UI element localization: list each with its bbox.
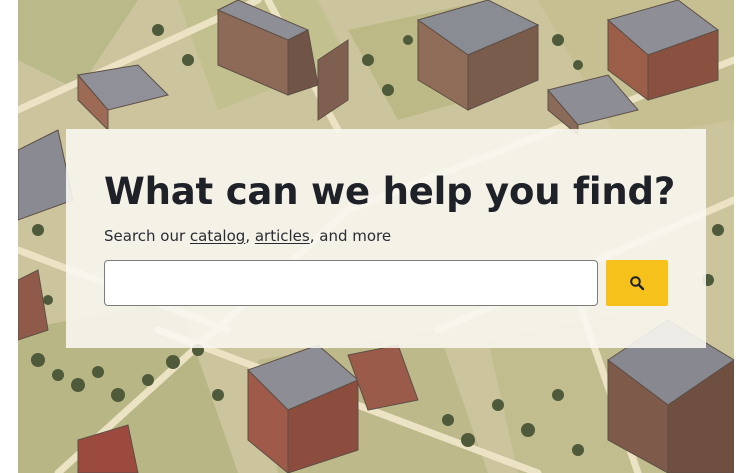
page-left-margin xyxy=(0,0,18,473)
search-input[interactable] xyxy=(104,260,598,306)
page: What can we help you find? Search our ca… xyxy=(0,0,740,473)
search-intro: Search our catalog, articles, and more xyxy=(104,226,668,246)
search-button[interactable] xyxy=(606,260,668,306)
search-form xyxy=(104,260,668,306)
search-intro-prefix: Search our xyxy=(104,227,190,245)
page-right-margin xyxy=(734,0,740,473)
articles-link[interactable]: articles xyxy=(255,227,310,245)
catalog-link[interactable]: catalog xyxy=(190,227,245,245)
search-heading: What can we help you find? xyxy=(104,170,676,213)
search-intro-separator: , xyxy=(245,227,255,245)
search-intro-suffix: , and more xyxy=(309,227,392,245)
search-panel: What can we help you find? Search our ca… xyxy=(66,129,706,348)
search-icon xyxy=(630,276,645,291)
